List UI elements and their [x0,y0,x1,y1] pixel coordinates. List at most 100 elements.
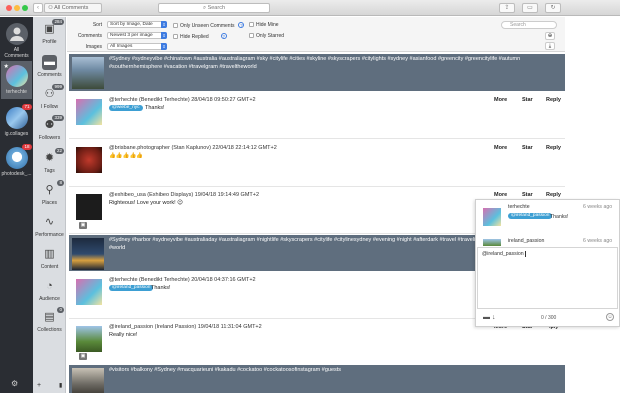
account-label: ig.collages [4,131,29,137]
nav-followers[interactable]: ⚉ 339 Followers [33,115,66,141]
star-button[interactable]: Star [522,145,533,151]
close-window-button[interactable] [6,5,12,11]
nav-label: Profile [42,39,57,45]
download-icon[interactable]: ⤓ [545,42,555,50]
account-label: photodesk_... [1,171,32,177]
reply-context-text: Thanks! [550,214,569,220]
sidebar-toggle-icon[interactable]: ▮ [59,382,62,389]
back-button[interactable]: ‹ [33,3,43,13]
reply-panel: terhechte 6 weeks ago @ireland_passion T… [475,199,620,327]
nav-tags[interactable]: ✹ 22 Tags [33,148,66,174]
reply-context-time: 6 weeks ago [583,238,613,244]
settings-gear-icon[interactable]: ⚙ [11,379,18,388]
images-select[interactable]: All Images ⇕ [107,43,167,50]
more-button[interactable]: More [494,192,507,198]
crosshair-icon[interactable]: ⊕ [545,32,555,40]
reply-button[interactable]: Reply [546,192,561,198]
comment-header: @terhechte (Benedikt Terhechte) 20/04/18… [109,277,256,283]
refresh-icon: ↻ [550,5,556,11]
help-icon[interactable]: ? [220,33,227,39]
reply-button[interactable]: Reply [546,97,561,103]
star-button[interactable]: Star [522,192,533,198]
nav-label: Comments [37,72,62,78]
nav-comments[interactable]: ▬ Comments [33,55,66,78]
more-button[interactable]: More [494,97,507,103]
chevron-updown-icon: ⇕ [161,43,167,50]
nav-performance[interactable]: ∿ Performance [33,215,66,238]
avatar[interactable] [76,99,102,125]
breadcrumb-label: All Comments [54,5,89,11]
nav-collections[interactable]: ▤ 0 Collections [33,307,66,333]
reply-footer: ▬ ↓ 0 / 300 ☺ [478,313,618,323]
search-placeholder: Search [510,22,526,28]
mention-tag[interactable]: @wiebe_nyc [109,105,143,111]
avatar[interactable] [76,147,102,173]
hide-mine-checkbox[interactable]: Hide Mine [249,22,279,28]
only-starred-checkbox[interactable]: Only Starred [249,33,284,39]
accounts-sidebar: All Comments ★ terhechte 71 ig.collages … [0,17,33,393]
count-badge: 284 [52,19,64,25]
chevron-updown-icon: ⇕ [161,32,167,39]
post-thumbnail[interactable] [72,368,104,393]
checkbox-box [173,34,178,39]
comment-row: @terhechte (Benedikt Terhechte) 28/04/18… [69,95,565,139]
gauge-icon: ◔ [46,280,53,292]
nav-i-follow[interactable]: ⚇ 999 I Follow [33,84,66,110]
filter-bar: Sort Sort by Image, Date ⇕ Comments Newes… [67,17,565,52]
only-unseen-checkbox[interactable]: Only Unseen Comments? [173,22,245,29]
help-icon[interactable]: ? [238,22,245,28]
comment-header: @brisbane.photographer (Stan Kaplunov) 2… [109,145,277,151]
avatar: ★ [3,64,28,87]
arrow-down-icon[interactable]: ↓ [492,314,496,321]
reply-context-row: terhechte 6 weeks ago @ireland_passion T… [478,203,618,229]
toolbar-search-field[interactable]: ⌕ Search [158,3,270,13]
avatar [483,239,501,246]
account-photodesk[interactable]: 18 photodesk_... [1,144,32,177]
post-header[interactable]: #visitors #balkony #Sydney #macquarieuni… [69,365,565,393]
comments-select[interactable]: Newest 3 per image ⇕ [107,32,167,39]
avatar[interactable] [76,279,102,305]
avatar [483,208,501,226]
star-button[interactable]: Star [522,97,533,103]
nav-audience[interactable]: ◔ Audience [33,279,66,302]
account-terhechte[interactable]: ★ terhechte [1,61,32,99]
mention-tag[interactable]: @ireland_passion [109,285,154,291]
nav-label: Audience [39,296,60,302]
add-icon[interactable]: + [37,382,41,389]
zoom-window-button[interactable] [22,5,28,11]
image-icon[interactable]: ▣ [79,222,87,229]
post-thumbnail[interactable] [72,57,104,89]
chat-bubble-icon: ▬ [42,55,57,70]
reply-button[interactable]: Reply [546,145,561,151]
nav-content[interactable]: ▥ Content [33,247,66,270]
reply-textarea[interactable]: @ireland_passion [477,247,618,309]
image-icon: ▣ 284 [44,19,64,35]
breadcrumb[interactable]: ⚇ All Comments [44,3,102,13]
count-badge: 339 [52,115,64,121]
emoji-icon[interactable]: ☺ [606,313,614,321]
minimize-window-button[interactable] [14,5,20,11]
account-ig-collages[interactable]: 71 ig.collages [1,104,32,137]
filter-search-input[interactable]: Search [501,21,557,29]
star-icon: ★ [3,64,9,70]
images-value: All Images [110,44,133,49]
post-header[interactable]: #Sydney #sydneyvibe #chinatown #australi… [69,54,565,91]
toolbar-refresh-button[interactable]: ↻ [545,3,561,13]
checkbox-box [249,22,254,27]
more-button[interactable]: More [494,145,507,151]
toolbar-chat-button[interactable]: ▭ [522,3,538,13]
mention-tag[interactable]: @ireland_passion [508,213,553,219]
post-thumbnail[interactable] [72,238,104,270]
section-nav: ▣ 284 Profile ▬ Comments ⚇ 999 I Follow ⚉ 3… [33,17,66,393]
chat-bubble-icon[interactable]: ▬ [483,314,490,321]
toolbar-share-button[interactable]: ⇪ [499,3,515,13]
sort-select[interactable]: Sort by Image, Date ⇕ [107,21,167,28]
hide-replied-checkbox[interactable]: Hide Replied? [173,33,227,40]
nav-places[interactable]: ⚲ 8 Places [33,180,66,206]
avatar[interactable] [76,194,102,220]
image-icon[interactable]: ▣ [79,353,87,360]
avatar[interactable] [76,326,102,352]
nav-profile[interactable]: ▣ 284 Profile [33,19,66,45]
collections-icon: ▤ 0 [44,307,64,323]
account-all-comments[interactable]: All Comments [1,23,32,59]
